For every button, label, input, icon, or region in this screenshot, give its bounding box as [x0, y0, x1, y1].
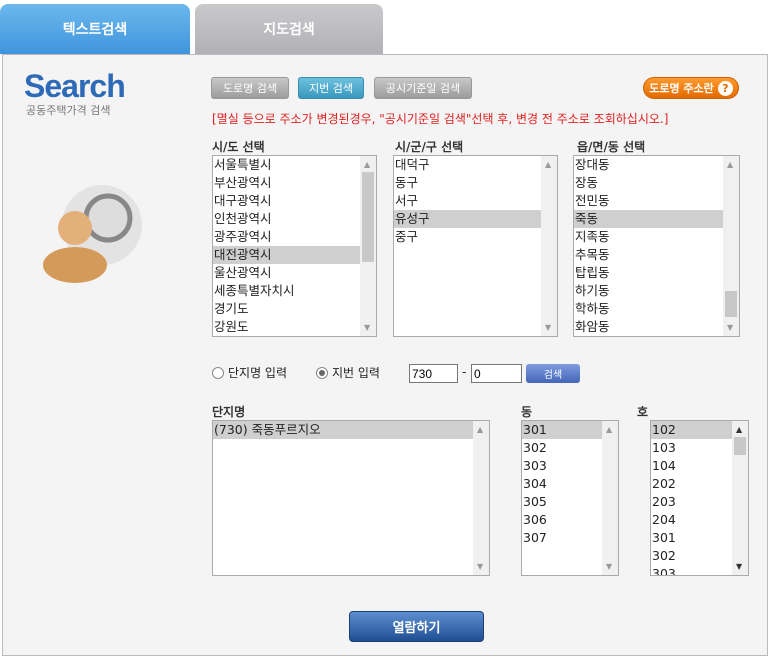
scroll-up-icon[interactable]: ▲: [736, 425, 742, 434]
jibun-search-button[interactable]: 지번 검색: [298, 77, 364, 99]
sido-label: 시/도 선택: [212, 140, 265, 154]
dong-label: 동: [521, 405, 533, 419]
scroll-thumb[interactable]: [725, 291, 737, 317]
scrollbar[interactable]: ▲ ▼: [732, 421, 748, 575]
list-option[interactable]: 동구: [394, 174, 557, 192]
list-option[interactable]: 울산광역시: [213, 264, 376, 282]
jibun-radio[interactable]: 지번 입력: [316, 364, 380, 382]
list-option[interactable]: 세종특별자치시: [213, 282, 376, 300]
radio-button[interactable]: [316, 367, 328, 379]
scrollbar[interactable]: ▲ ▼: [360, 156, 376, 336]
list-option[interactable]: 대구광역시: [213, 192, 376, 210]
complex-label: 단지명: [212, 405, 246, 419]
list-option[interactable]: 경기도: [213, 300, 376, 318]
ho-listbox[interactable]: 102103104202203204301302303304▲▼: [650, 420, 749, 576]
road-name-search-button[interactable]: 도로명 검색: [211, 77, 289, 99]
list-option[interactable]: 하기동: [574, 282, 739, 300]
list-option[interactable]: 인천광역시: [213, 210, 376, 228]
list-option[interactable]: 학하동: [574, 300, 739, 318]
list-option[interactable]: 탑립동: [574, 264, 739, 282]
scroll-up-icon[interactable]: ▲: [606, 425, 612, 434]
list-option[interactable]: 전민동: [574, 192, 739, 210]
jibun-separator: -: [462, 365, 467, 379]
scrollbar[interactable]: ▲ ▼: [723, 156, 739, 336]
radio-label: 지번 입력: [332, 366, 380, 380]
eupmyeondong-listbox[interactable]: 장대동 장동 전민동 죽동 지족동 추목동 탑립동 하기동 학하동 화암동 ▲ ▼: [573, 155, 740, 337]
scrollbar[interactable]: ▲ ▼: [602, 421, 618, 575]
scroll-down-icon[interactable]: ▼: [727, 323, 733, 332]
scroll-down-icon[interactable]: ▼: [606, 562, 612, 571]
jibun-main-input[interactable]: [409, 364, 458, 383]
list-option[interactable]: 장동: [574, 174, 739, 192]
eupmyeondong-label: 읍/면/동 선택: [577, 140, 646, 154]
view-button[interactable]: 열람하기: [349, 611, 484, 642]
notice-text: [멸실 등으로 주소가 변경된경우, "공시기준일 검색"선택 후, 변경 전 …: [212, 112, 669, 126]
sido-listbox[interactable]: 서울특별시 부산광역시 대구광역시 인천광역시 광주광역시 대전광역시 울산광역시 세종특별자…: [212, 155, 377, 337]
list-option[interactable]: 화암동: [574, 318, 739, 336]
logo-title: Search: [24, 68, 126, 104]
list-option[interactable]: 유성구: [394, 210, 557, 228]
list-option[interactable]: 장대동: [574, 156, 739, 174]
logo-subtitle: 공동주택가격 검색: [26, 104, 111, 117]
radio-label: 단지명 입력: [228, 366, 288, 380]
scroll-up-icon[interactable]: ▲: [477, 425, 483, 434]
scroll-down-icon[interactable]: ▼: [545, 323, 551, 332]
base-date-search-button[interactable]: 공시기준일 검색: [374, 77, 472, 99]
scroll-down-icon[interactable]: ▼: [364, 323, 370, 332]
scroll-thumb[interactable]: [362, 172, 374, 262]
list-option[interactable]: 부산광역시: [213, 174, 376, 192]
complex-listbox[interactable]: (730) 죽동푸르지오 ▲ ▼: [212, 420, 490, 576]
scroll-down-icon[interactable]: ▼: [736, 562, 742, 571]
list-option[interactable]: 중구: [394, 228, 557, 246]
list-option[interactable]: 죽동: [574, 210, 739, 228]
radio-button[interactable]: [212, 367, 224, 379]
scrollbar[interactable]: ▲ ▼: [541, 156, 557, 336]
road-info-label: 도로명 주소란: [649, 82, 714, 95]
tab-text-search[interactable]: 텍스트검색: [0, 4, 190, 54]
scroll-thumb[interactable]: [734, 437, 746, 455]
list-option[interactable]: 강원도: [213, 318, 376, 336]
list-option[interactable]: 서울특별시: [213, 156, 376, 174]
scroll-up-icon[interactable]: ▲: [364, 160, 370, 169]
list-option[interactable]: 지족동: [574, 228, 739, 246]
tab-map-search[interactable]: 지도검색: [195, 4, 383, 54]
dong-listbox[interactable]: 301 302 303 304 305 306 307 ▲ ▼: [521, 420, 619, 576]
list-option[interactable]: 대전광역시: [213, 246, 376, 264]
sigungu-listbox[interactable]: 대덕구 동구 서구 유성구 중구 ▲ ▼: [393, 155, 558, 337]
list-option[interactable]: 추목동: [574, 246, 739, 264]
question-icon: ?: [717, 80, 733, 96]
jibun-search-button[interactable]: 검색: [526, 364, 580, 383]
person-search-icon: [43, 185, 142, 283]
list-option[interactable]: 광주광역시: [213, 228, 376, 246]
scroll-up-icon[interactable]: ▲: [727, 160, 733, 169]
jibun-sub-input[interactable]: [471, 364, 522, 383]
sigungu-label: 시/군/구 선택: [395, 140, 464, 154]
list-option[interactable]: (730) 죽동푸르지오: [213, 421, 489, 439]
scrollbar[interactable]: ▲ ▼: [473, 421, 489, 575]
scroll-down-icon[interactable]: ▼: [477, 562, 483, 571]
ho-label: 호: [637, 405, 649, 419]
road-address-info-button[interactable]: 도로명 주소란?: [643, 77, 739, 99]
scroll-up-icon[interactable]: ▲: [545, 160, 551, 169]
complex-name-radio[interactable]: 단지명 입력: [212, 364, 287, 382]
list-option[interactable]: 대덕구: [394, 156, 557, 174]
list-option[interactable]: 서구: [394, 192, 557, 210]
